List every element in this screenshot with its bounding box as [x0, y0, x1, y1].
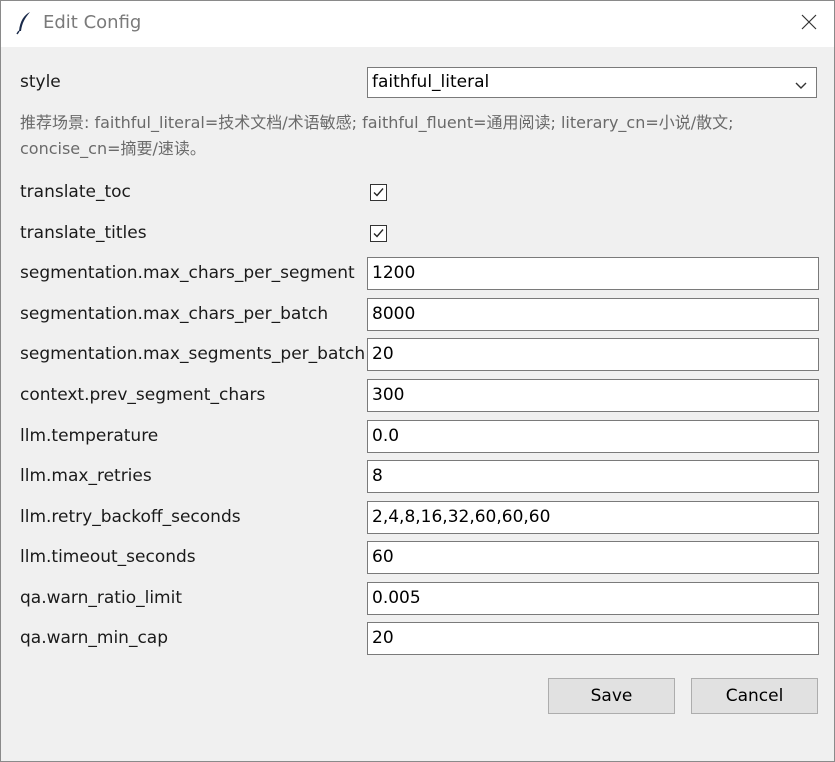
field-value: 0.0	[372, 426, 400, 446]
field-label: qa.warn_ratio_limit	[20, 588, 182, 608]
field-label: llm.temperature	[20, 426, 159, 446]
field-value: 8000	[372, 304, 416, 324]
style-select[interactable]: faithful_literal	[367, 67, 817, 98]
field-value: 2,4,8,16,32,60,60,60	[372, 507, 551, 527]
title-bar: Edit Config	[1, 1, 834, 47]
close-button[interactable]	[784, 1, 834, 47]
field-value: 60	[372, 547, 394, 567]
field-label: segmentation.max_chars_per_segment	[20, 263, 355, 283]
max-chars-per-segment-input[interactable]: 1200	[367, 257, 819, 290]
field-label: llm.timeout_seconds	[20, 547, 196, 567]
style-label: style	[20, 72, 61, 92]
checkmark-icon	[373, 229, 384, 238]
field-value: 0.005	[372, 588, 421, 608]
max-chars-per-batch-input[interactable]: 8000	[367, 298, 819, 331]
field-label: segmentation.max_chars_per_batch	[20, 304, 329, 324]
style-hint: 推荐场景: faithful_literal=技术文档/术语敏感; faithf…	[20, 113, 734, 158]
config-form: style faithful_literal 推荐场景: faithful_li…	[1, 47, 834, 761]
field-label: segmentation.max_segments_per_batch	[20, 344, 366, 364]
temperature-input[interactable]: 0.0	[367, 420, 819, 453]
field-label: llm.retry_backoff_seconds	[20, 507, 241, 527]
feather-icon	[15, 11, 35, 35]
warn-min-cap-input[interactable]: 20	[367, 622, 819, 655]
field-value: 8	[372, 466, 383, 486]
timeout-seconds-input[interactable]: 60	[367, 541, 819, 574]
field-value: 300	[372, 385, 405, 405]
style-select-value: faithful_literal	[372, 72, 490, 92]
chevron-down-icon	[794, 77, 808, 89]
max-retries-input[interactable]: 8	[367, 460, 819, 493]
prev-segment-chars-input[interactable]: 300	[367, 379, 819, 412]
field-label: context.prev_segment_chars	[20, 385, 266, 405]
close-icon	[801, 14, 817, 34]
translate-titles-label: translate_titles	[20, 223, 147, 243]
window-title: Edit Config	[43, 12, 142, 33]
max-segments-per-batch-input[interactable]: 20	[367, 338, 819, 371]
field-value: 20	[372, 344, 394, 364]
translate-toc-label: translate_toc	[20, 182, 131, 202]
edit-config-window: Edit Config style faithful_literal 推荐场景:…	[0, 0, 835, 762]
warn-ratio-limit-input[interactable]: 0.005	[367, 582, 819, 615]
translate-toc-checkbox[interactable]	[370, 184, 387, 201]
field-value: 20	[372, 628, 394, 648]
save-button[interactable]: Save	[548, 678, 675, 714]
checkmark-icon	[373, 188, 384, 197]
field-label: llm.max_retries	[20, 466, 152, 486]
translate-titles-checkbox[interactable]	[370, 225, 387, 242]
retry-backoff-seconds-input[interactable]: 2,4,8,16,32,60,60,60	[367, 501, 819, 534]
field-value: 1200	[372, 263, 416, 283]
field-label: qa.warn_min_cap	[20, 628, 169, 648]
cancel-button[interactable]: Cancel	[691, 678, 818, 714]
